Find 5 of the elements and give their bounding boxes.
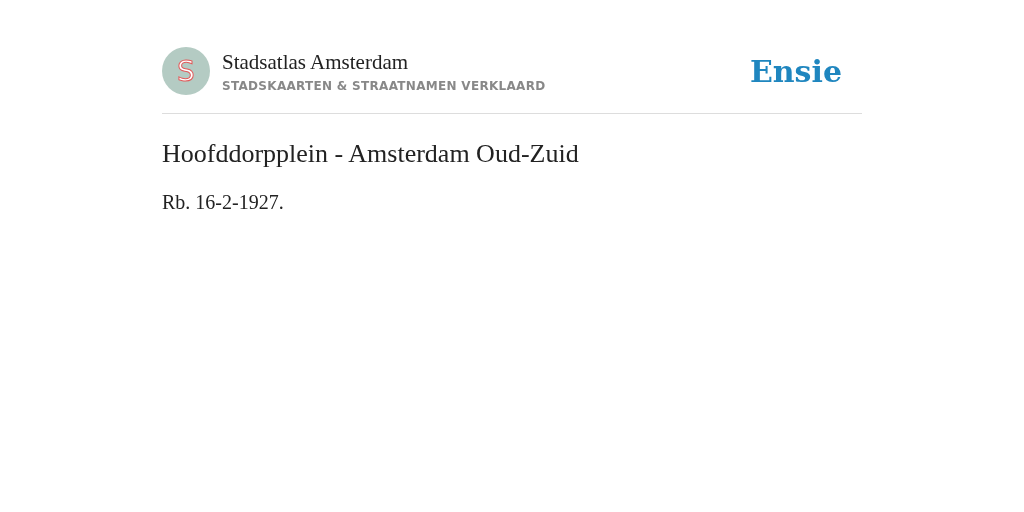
article-text: Rb. 16-2-1927.	[162, 191, 285, 214]
site-title[interactable]: Stadsatlas Amsterdam	[222, 49, 750, 74]
brand-logo[interactable]: Ensie	[749, 53, 842, 89]
site-tagline: STADSKAARTEN & STRAATNAMEN VERKLAARD	[222, 78, 547, 93]
article-title: Hoofddorpplein - Amsterdam Oud-Zuid	[162, 139, 580, 169]
